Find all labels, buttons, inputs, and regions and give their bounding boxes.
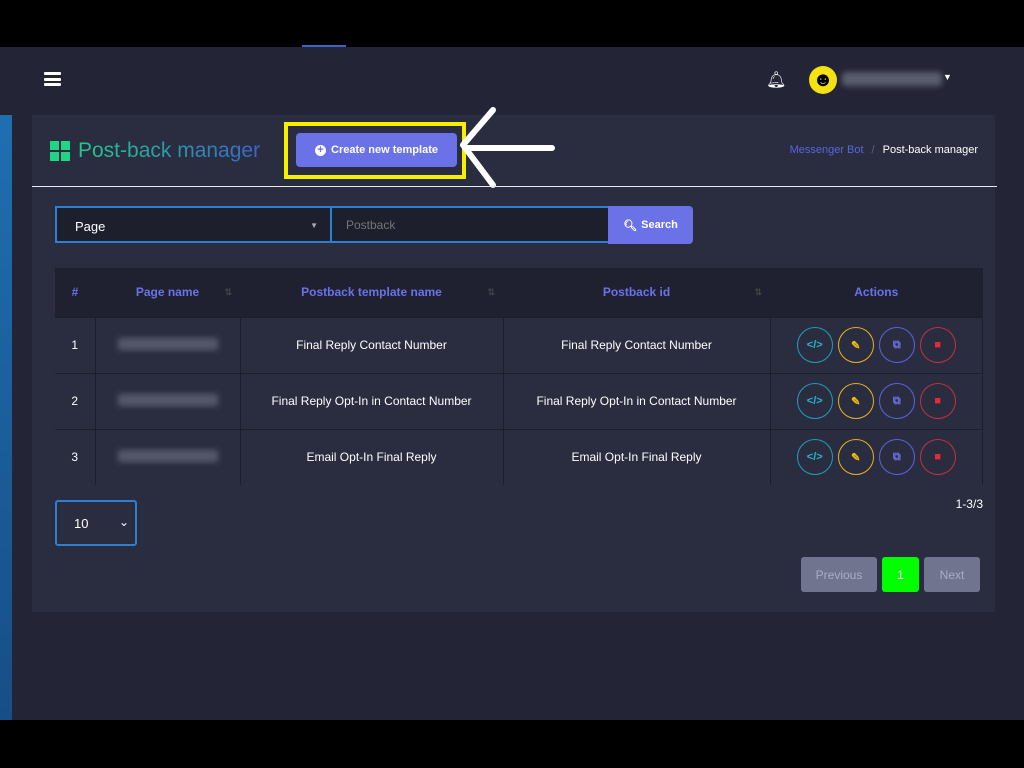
grid-icon (50, 141, 70, 161)
row-num: 2 (55, 372, 96, 429)
arrow-icon (460, 107, 555, 188)
postback-id: Final Reply Contact Number (503, 316, 771, 373)
sidebar-strip (0, 115, 12, 720)
col-actions: Actions (770, 268, 983, 317)
sort-icon: ⇅ (224, 287, 232, 297)
template-name: Final Reply Contact Number (240, 316, 504, 373)
edit-icon[interactable]: ✎ (837, 439, 874, 476)
trash-icon[interactable]: ■ (919, 327, 956, 363)
breadcrumb-parent[interactable]: Messenger Bot (790, 144, 864, 156)
trash-icon[interactable]: ■ (919, 439, 956, 476)
username-blurred[interactable] (842, 72, 942, 86)
page-title-text: Post-back manager (78, 139, 261, 162)
create-template-button[interactable]: + Create new template (296, 133, 457, 167)
actions: </> ✎ ⧉ ■ (770, 372, 983, 429)
page-title: Post-back manager (50, 139, 260, 163)
breadcrumb: Messenger Bot / Post-back manager (790, 144, 978, 156)
copy-icon[interactable]: ⧉ (878, 439, 915, 476)
postback-id: Email Opt-In Final Reply (503, 428, 771, 485)
create-label: Create new template (331, 144, 438, 156)
page-1-button[interactable]: 1 (882, 557, 919, 592)
col-label: Postback template name (301, 285, 442, 300)
page-select-value: Page (75, 219, 106, 234)
search-icon: 🔍︎ (623, 219, 638, 232)
plus-circle-icon: + (315, 144, 326, 156)
col-template-name[interactable]: Postback template name ⇅ (240, 268, 503, 317)
page-length-select[interactable]: 10 ⌄ (55, 500, 137, 546)
table-row: 3 Email Opt-In Final Reply Email Opt-In … (55, 428, 983, 485)
actions: </> ✎ ⧉ ■ (770, 316, 983, 373)
hamburger-icon[interactable] (44, 72, 61, 86)
page-length-value: 10 (74, 516, 89, 531)
divider (32, 186, 997, 187)
template-name: Final Reply Opt-In in Contact Number (240, 372, 504, 429)
row-num: 3 (55, 428, 96, 485)
table-row: 1 Final Reply Contact Number Final Reply… (55, 316, 983, 373)
caret-down-icon[interactable]: ▼ (943, 72, 952, 82)
code-icon[interactable]: </> (796, 327, 833, 363)
page-name-blurred (95, 428, 241, 485)
postback-table: # Page name ⇅ Postback template name ⇅ Pos… (55, 268, 983, 485)
postback-id: Final Reply Opt-In in Contact Number (503, 372, 771, 429)
table-row: 2 Final Reply Opt-In in Contact Number F… (55, 372, 983, 429)
sort-icon: ⇅ (754, 287, 762, 297)
template-name: Email Opt-In Final Reply (240, 428, 504, 485)
caret-down-icon: ▼ (310, 221, 318, 230)
col-label: Page name (135, 285, 200, 300)
search-button[interactable]: 🔍︎ Search (608, 206, 693, 244)
copy-icon[interactable]: ⧉ (878, 327, 915, 363)
page-name-blurred (95, 372, 241, 429)
search-label: Search (641, 219, 678, 231)
previous-button[interactable]: Previous (801, 557, 877, 592)
bell-icon[interactable]: 🔔︎ (766, 70, 786, 90)
breadcrumb-sep: / (871, 144, 875, 156)
col-page-name[interactable]: Page name ⇅ (95, 268, 240, 317)
edit-icon[interactable]: ✎ (837, 383, 874, 419)
col-num[interactable]: # (55, 268, 95, 317)
edit-icon[interactable]: ✎ (837, 327, 874, 363)
page-name-blurred (95, 316, 241, 373)
breadcrumb-current: Post-back manager (882, 144, 978, 156)
row-num: 1 (55, 316, 96, 373)
col-postback-id[interactable]: Postback id ⇅ (503, 268, 770, 317)
sort-icon: ⇅ (487, 287, 495, 297)
actions: </> ✎ ⧉ ■ (770, 428, 983, 485)
chevron-down-icon: ⌄ (118, 515, 129, 529)
copy-icon[interactable]: ⧉ (878, 383, 915, 419)
avatar[interactable]: ☻ (809, 66, 837, 94)
record-count: 1-3/3 (955, 497, 983, 511)
postback-input[interactable] (332, 206, 610, 243)
trash-icon[interactable]: ■ (919, 383, 956, 419)
code-icon[interactable]: </> (796, 439, 833, 476)
col-label: Postback id (602, 285, 671, 300)
page-select[interactable]: Page ▼ (55, 206, 332, 243)
next-button[interactable]: Next (924, 557, 980, 592)
code-icon[interactable]: </> (796, 383, 833, 419)
